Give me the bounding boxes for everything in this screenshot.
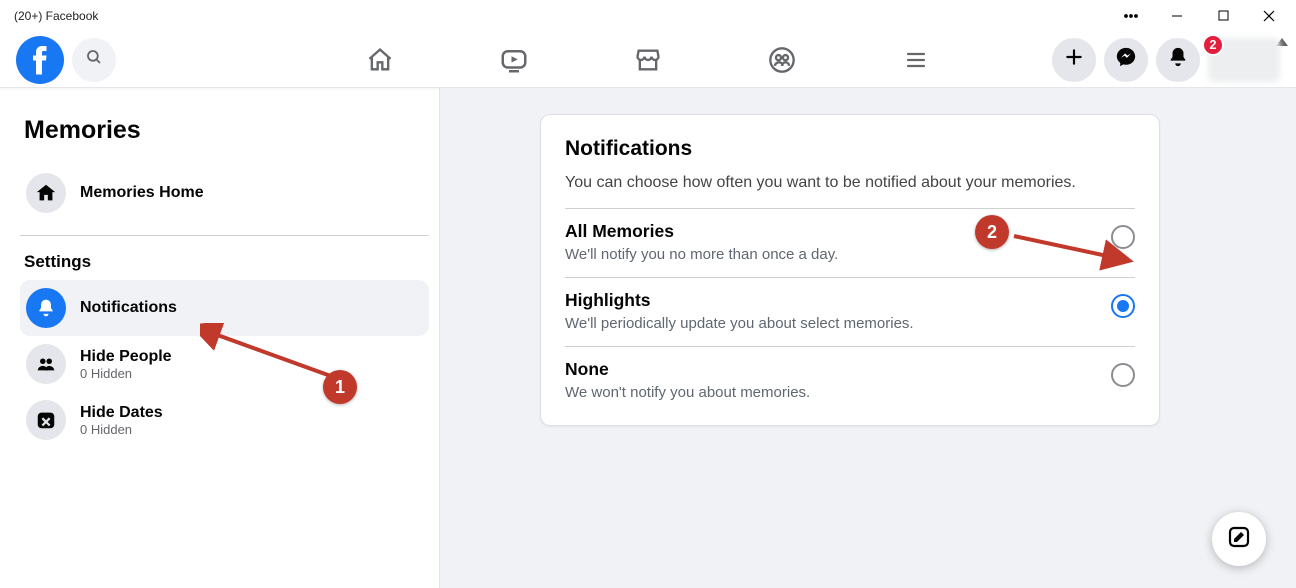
bell-icon — [26, 288, 66, 328]
facebook-logo[interactable] — [16, 36, 64, 84]
home-icon — [26, 173, 66, 213]
sidebar-item-label: Memories Home — [80, 184, 204, 202]
sidebar-section-settings: Settings — [24, 252, 429, 272]
window-minimize-button[interactable] — [1154, 0, 1200, 32]
window-titlebar: (20+) Facebook — [0, 0, 1296, 32]
nav-menu[interactable] — [894, 38, 938, 82]
window-more-button[interactable] — [1108, 0, 1154, 32]
annotation-marker-2: 2 — [975, 215, 1009, 249]
window-controls — [1108, 0, 1292, 32]
notifications-button[interactable] — [1156, 38, 1200, 82]
nav-marketplace[interactable] — [626, 38, 670, 82]
sidebar-item-memories-home[interactable]: Memories Home — [20, 165, 429, 221]
nav-watch[interactable] — [492, 38, 536, 82]
notification-badge: 2 — [1202, 34, 1224, 56]
sidebar-item-sublabel: 0 Hidden — [80, 366, 172, 381]
option-description: We'll notify you no more than once a day… — [565, 246, 838, 263]
option-highlights[interactable]: Highlights We'll periodically update you… — [565, 277, 1135, 346]
main-content: Notifications You can choose how often y… — [440, 88, 1296, 588]
radio-none[interactable] — [1111, 363, 1135, 387]
sidebar-item-label: Notifications — [80, 299, 177, 317]
divider — [20, 235, 429, 236]
option-description: We won't notify you about memories. — [565, 384, 810, 401]
annotation-marker-1: 1 — [323, 370, 357, 404]
messenger-icon — [1115, 46, 1137, 73]
sidebar-item-sublabel: 0 Hidden — [80, 422, 163, 437]
option-title: Highlights — [565, 290, 914, 311]
page-body: Memories Memories Home Settings Notifica… — [0, 88, 1296, 588]
window-close-button[interactable] — [1246, 0, 1292, 32]
sidebar-item-label: Hide Dates — [80, 404, 163, 422]
search-button[interactable] — [72, 38, 116, 82]
nav-home[interactable] — [358, 38, 402, 82]
calendar-x-icon — [26, 400, 66, 440]
nav-groups[interactable] — [760, 38, 804, 82]
bell-icon — [1167, 46, 1189, 73]
edit-icon — [1227, 525, 1251, 554]
option-description: We'll periodically update you about sele… — [565, 315, 914, 332]
option-title: None — [565, 359, 810, 380]
card-title: Notifications — [565, 137, 1135, 161]
plus-icon — [1064, 47, 1084, 72]
top-nav: 2 — [0, 32, 1296, 88]
messenger-button[interactable] — [1104, 38, 1148, 82]
option-title: All Memories — [565, 221, 838, 242]
option-none[interactable]: None We won't notify you about memories. — [565, 346, 1135, 415]
card-description: You can choose how often you want to be … — [565, 171, 1135, 194]
radio-highlights[interactable] — [1111, 294, 1135, 318]
sidebar-item-hide-dates[interactable]: Hide Dates 0 Hidden — [20, 392, 429, 448]
window-maximize-button[interactable] — [1200, 0, 1246, 32]
sidebar-item-label: Hide People — [80, 348, 172, 366]
right-nav: 2 — [1052, 38, 1280, 82]
create-button[interactable] — [1052, 38, 1096, 82]
search-icon — [85, 48, 103, 71]
account-avatar[interactable]: 2 — [1208, 38, 1280, 82]
window-title: (20+) Facebook — [14, 9, 98, 23]
people-icon — [26, 344, 66, 384]
annotation-arrow-2 — [1008, 226, 1138, 272]
compose-fab[interactable] — [1212, 512, 1266, 566]
page-title: Memories — [24, 116, 429, 145]
